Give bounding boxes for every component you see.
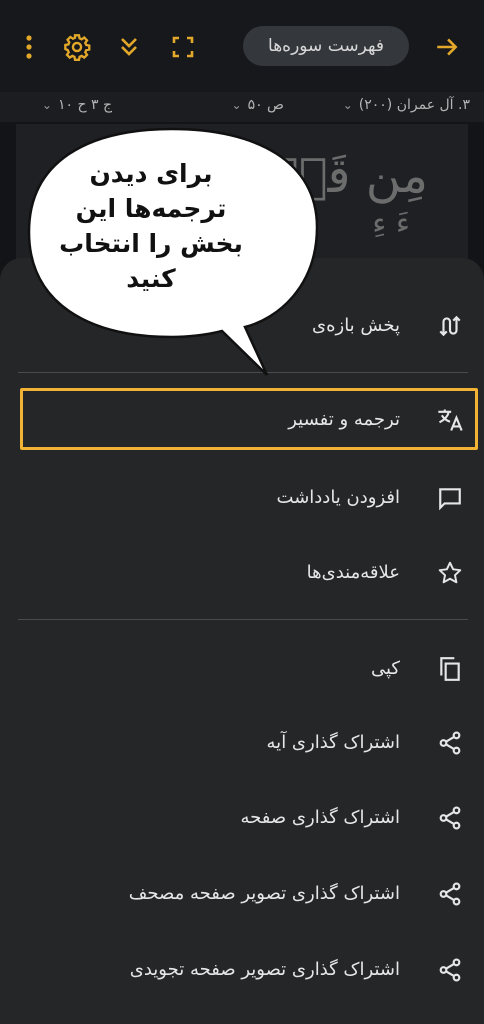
juz-info: ج ۳ ح ۱۰ (57, 97, 112, 113)
tooltip-line: ترجمه‌ها این (75, 194, 227, 223)
tooltip-line: برای دیدن (89, 159, 213, 188)
menu-item-label: کپی (370, 658, 400, 679)
share-icon (436, 729, 464, 757)
menu-item-label: پخش بازه‌ی (311, 315, 400, 336)
surah-selector[interactable]: ۳. آل عمران (۲۰۰) ⌄ (343, 97, 470, 113)
surah-info: ۳. آل عمران (۲۰۰) (358, 97, 470, 113)
gear-icon[interactable] (60, 30, 94, 64)
menu-item-label: اشتراک گذاری تصویر صفحه تجویدی (129, 959, 400, 980)
menu-item-share-ayah[interactable]: اشتراک گذاری آیه (0, 715, 484, 771)
page-info-bar: ۳. آل عمران (۲۰۰) ⌄ ص ۵۰ ⌄ ج ۳ ح ۱۰ ⌄ (0, 92, 484, 122)
menu-item-label: علاقه‌مندی‌ها (306, 562, 400, 583)
menu-item-label: افزودن یادداشت (276, 487, 400, 508)
tooltip-line: کنید (126, 264, 176, 293)
menu-item-copy[interactable]: کپی (0, 641, 484, 697)
menu-item-share-tajweed-image[interactable]: اشتراک گذاری تصویر صفحه تجویدی (0, 942, 484, 998)
surah-list-button[interactable]: فهرست سوره‌ها (243, 26, 409, 66)
translation-highlight-frame (20, 388, 478, 450)
share-icon (436, 804, 464, 832)
quran-text-line: ءَ ءِ (372, 206, 410, 241)
chevron-down-icon: ⌄ (41, 98, 52, 112)
menu-item-share-page[interactable]: اشتراک گذاری صفحه (0, 790, 484, 846)
page-info: ص ۵۰ (247, 97, 284, 113)
menu-item-share-mushaf-image[interactable]: اشتراک گذاری تصویر صفحه مصحف (0, 866, 484, 922)
menu-item-add-note[interactable]: افزودن یادداشت (0, 470, 484, 526)
note-icon (436, 484, 464, 512)
fullscreen-icon[interactable] (166, 30, 200, 64)
menu-item-label: اشتراک گذاری آیه (266, 732, 400, 753)
playlist-repeat-icon (436, 312, 464, 340)
menu-divider (18, 619, 468, 620)
surah-list-label: فهرست سوره‌ها (268, 36, 384, 56)
menu-item-label: اشتراک گذاری صفحه (240, 807, 400, 828)
juz-selector[interactable]: ج ۳ ح ۱۰ ⌄ (42, 97, 112, 113)
copy-icon (436, 655, 464, 683)
menu-item-label: اشتراک گذاری تصویر صفحه مصحف (128, 883, 400, 904)
page-selector[interactable]: ص ۵۰ ⌄ (232, 97, 285, 113)
chevron-down-icon: ⌄ (342, 98, 353, 112)
tooltip-line: بخش را انتخاب (59, 229, 243, 258)
chevron-down-icon: ⌄ (231, 98, 242, 112)
menu-item-favorites[interactable]: علاقه‌مندی‌ها (0, 545, 484, 601)
more-vertical-icon[interactable] (12, 30, 46, 64)
tooltip-text: برای دیدن ترجمه‌ها این بخش را انتخاب کنی… (46, 156, 256, 296)
share-icon (436, 880, 464, 908)
arrow-forward-icon[interactable] (430, 30, 464, 64)
share-icon (436, 956, 464, 984)
double-chevron-down-icon[interactable] (112, 30, 146, 64)
star-icon (436, 559, 464, 587)
top-toolbar: فهرست سوره‌ها (0, 0, 484, 92)
